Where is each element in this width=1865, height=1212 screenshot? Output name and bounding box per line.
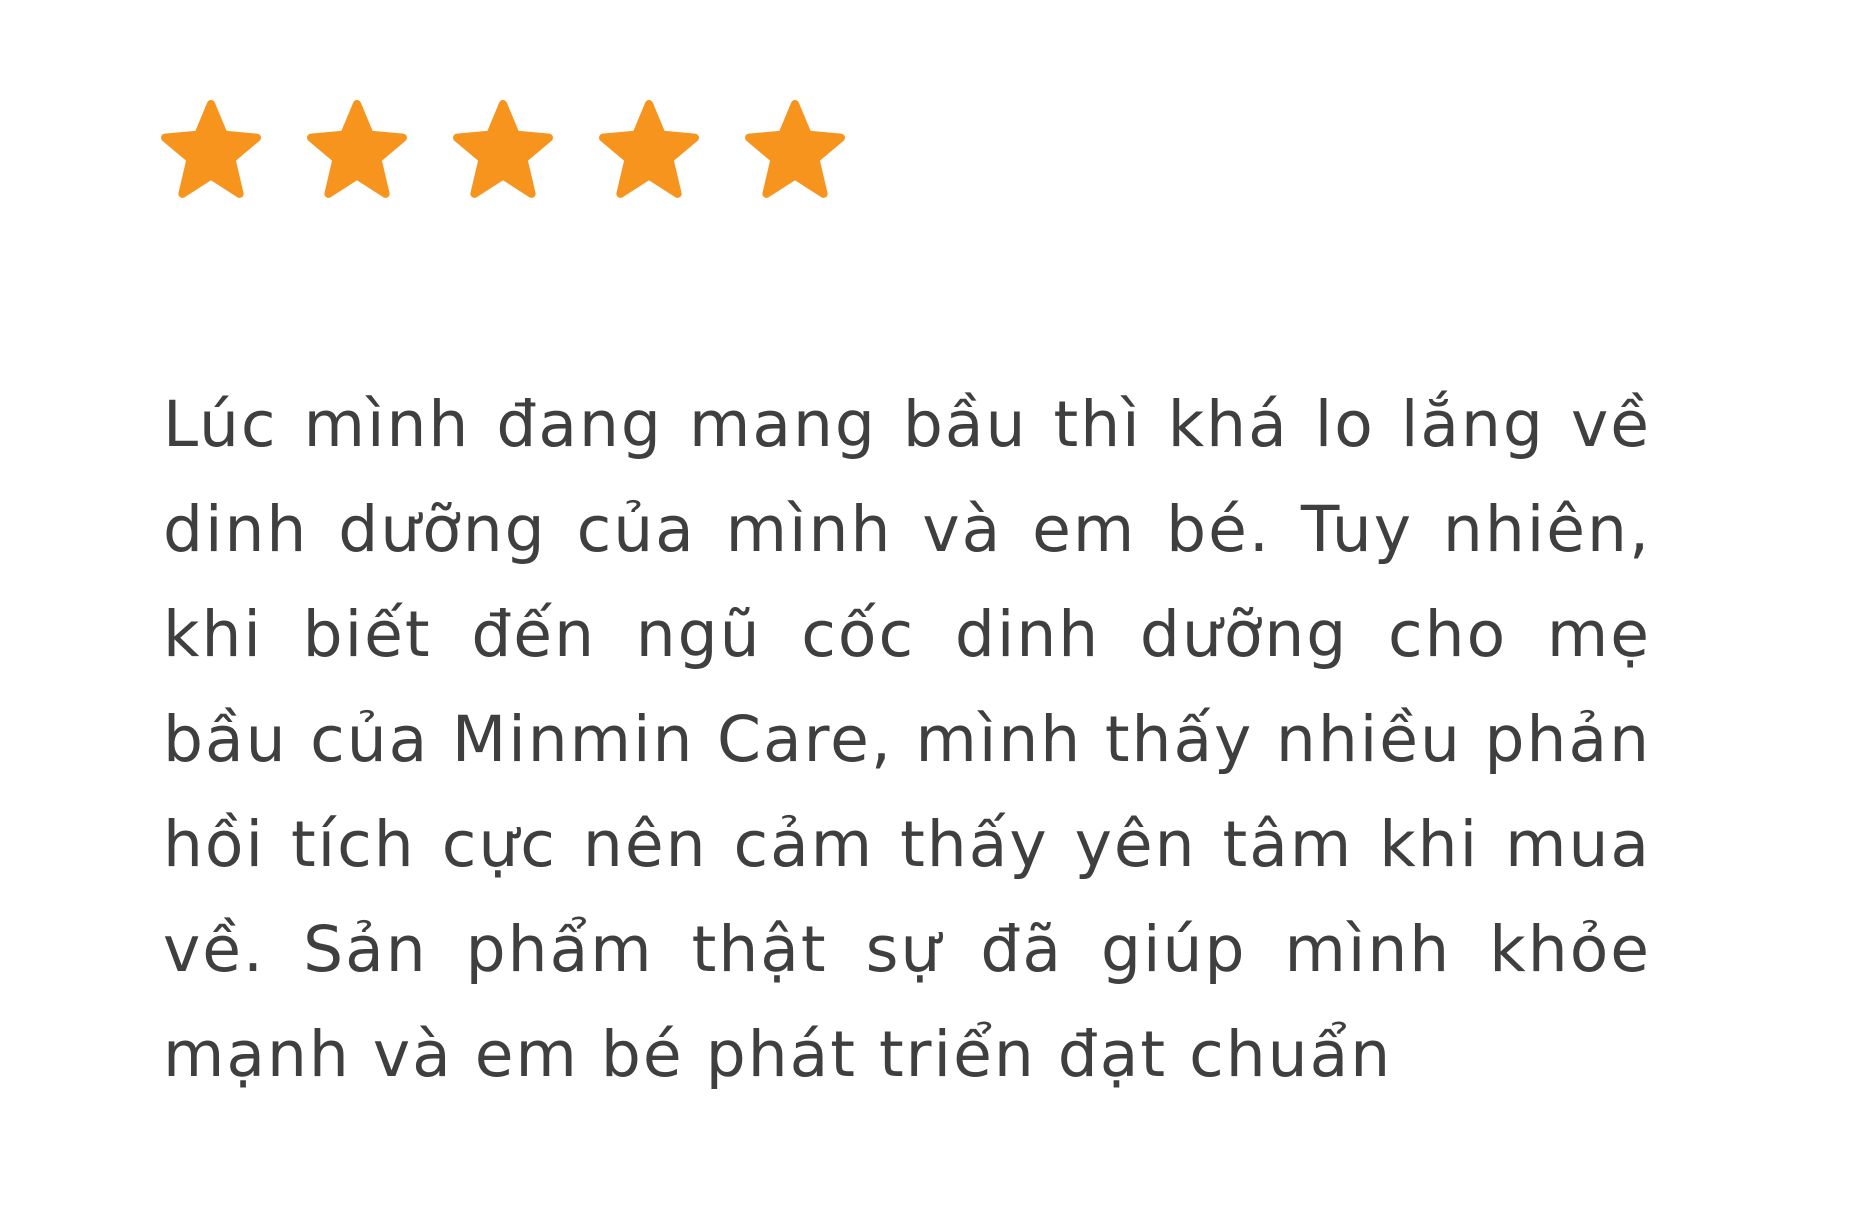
review-card: Lúc mình đang mang bầu thì khá lo lắng v… [0, 0, 1865, 1212]
star-rating [160, 100, 846, 202]
star-icon [452, 100, 554, 202]
star-icon [160, 100, 262, 202]
review-text: Lúc mình đang mang bầu thì khá lo lắng v… [163, 388, 1651, 1091]
star-icon [306, 100, 408, 202]
star-icon [598, 100, 700, 202]
star-icon [744, 100, 846, 202]
